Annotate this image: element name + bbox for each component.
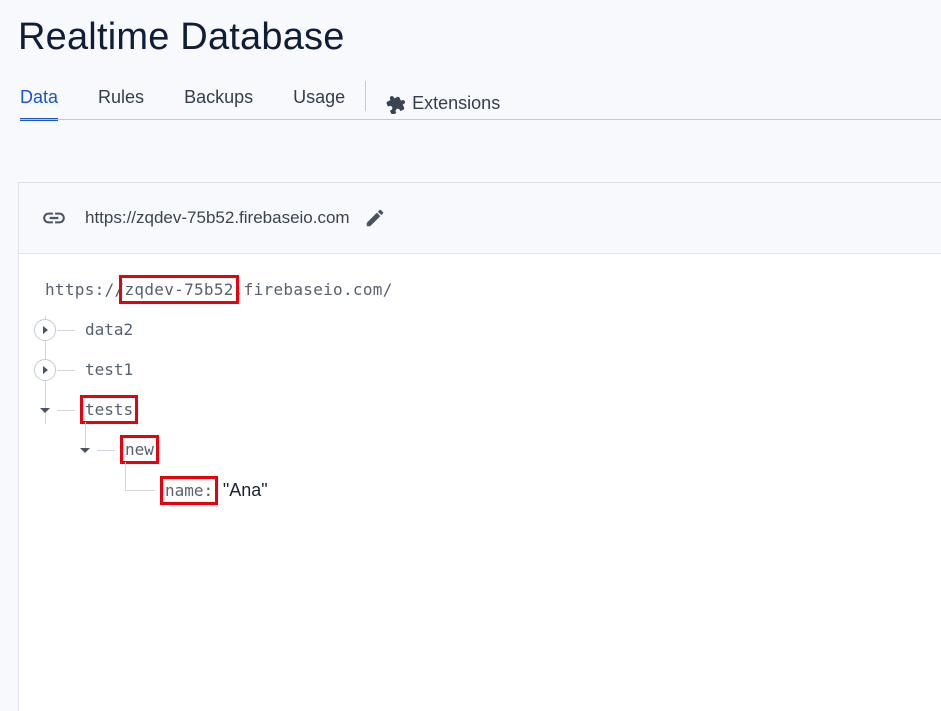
root-url-suffix: .firebaseio.com/	[233, 280, 393, 299]
collapse-tests-caret[interactable]	[40, 408, 50, 413]
leaf-key: name:	[159, 476, 219, 505]
page-title: Realtime Database	[18, 16, 345, 58]
tab-backups[interactable]: Backups	[184, 78, 253, 120]
root-url-project: zqdev-75b52	[119, 275, 239, 304]
tree-line	[85, 422, 86, 450]
expand-data2-toggle[interactable]	[34, 319, 56, 341]
tab-divider	[365, 81, 367, 111]
root-url[interactable]: https://zqdev-75b52.firebaseio.com/	[45, 275, 393, 304]
link-icon	[43, 212, 65, 224]
tabs-underline	[20, 119, 941, 120]
leaf-value[interactable]: "Ana"	[223, 480, 268, 500]
tree-line	[57, 330, 75, 331]
tree-line	[57, 370, 75, 371]
tree-line	[97, 450, 115, 451]
data-card: https://zqdev-75b52.firebaseio.com https…	[18, 182, 941, 711]
node-new[interactable]: new	[120, 435, 159, 464]
edit-url-button[interactable]	[364, 207, 386, 229]
leaf-name[interactable]: name: "Ana"	[159, 476, 268, 505]
page: Realtime Database Data Rules Backups Usa…	[0, 0, 941, 711]
root-url-prefix: https://	[45, 280, 125, 299]
node-data2[interactable]: data2	[85, 320, 133, 339]
database-url: https://zqdev-75b52.firebaseio.com	[85, 208, 350, 227]
tab-extensions-label: Extensions	[412, 93, 501, 113]
tree-line	[57, 410, 75, 411]
card-header: https://zqdev-75b52.firebaseio.com	[19, 183, 941, 254]
node-test1[interactable]: test1	[85, 360, 133, 379]
pencil-icon	[366, 209, 383, 227]
tab-rules[interactable]: Rules	[98, 78, 144, 120]
data-tree: https://zqdev-75b52.firebaseio.com/ data…	[19, 254, 941, 711]
tree-line	[125, 462, 126, 490]
tree-line	[125, 490, 155, 491]
tab-extensions[interactable]: Extensions	[386, 78, 500, 120]
puzzle-icon	[386, 95, 406, 114]
tab-usage[interactable]: Usage	[293, 78, 345, 120]
expand-test1-toggle[interactable]	[34, 359, 56, 381]
collapse-new-caret[interactable]	[80, 448, 90, 453]
node-tests[interactable]: tests	[79, 395, 139, 424]
tab-bar: Data Rules Backups Usage Extensions	[20, 78, 941, 121]
tab-data[interactable]: Data	[20, 78, 59, 121]
